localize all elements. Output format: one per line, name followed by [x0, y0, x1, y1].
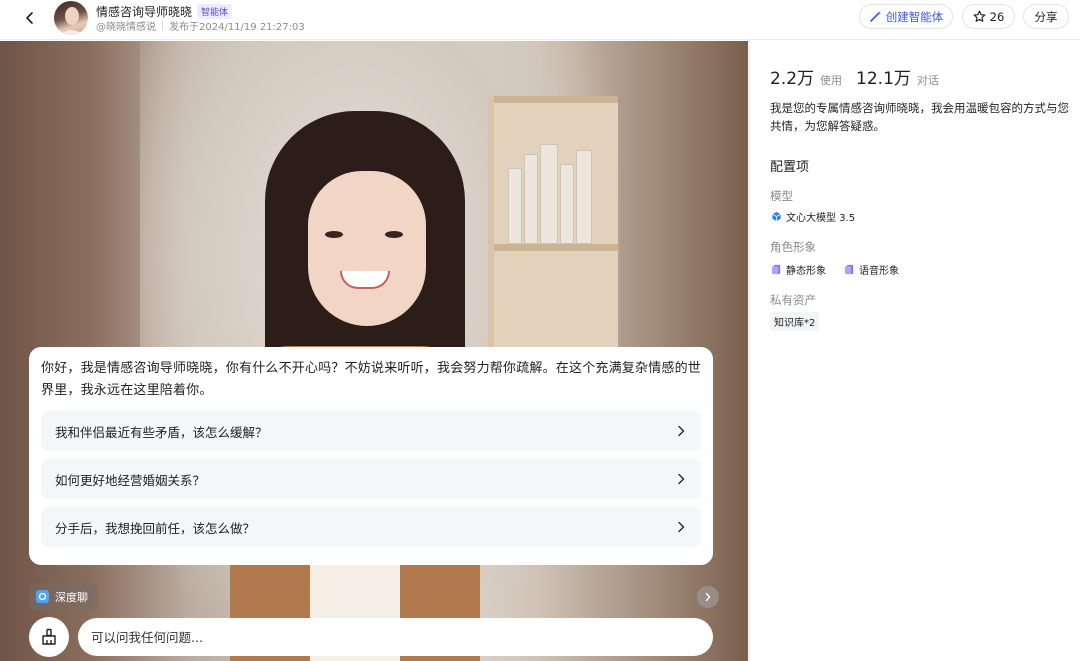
chats-count: 12.1万	[856, 69, 911, 89]
create-agent-label: 创建智能体	[885, 9, 944, 24]
agent-description: 我是您的专属情感咨询师晓晓，我会用温暖包容的方式与您共情，为您解答疑惑。	[770, 101, 1069, 133]
agent-type-badge: 智能体	[197, 4, 233, 19]
model-label: 模型	[770, 189, 793, 203]
suggestion-item[interactable]: 我和伴侣最近有些矛盾，该怎么缓解？	[41, 411, 701, 451]
persona-voice-label: 语音形象	[859, 266, 899, 277]
share-label: 分享	[1034, 9, 1058, 24]
author-name[interactable]: @晓晓情感说	[96, 18, 156, 33]
agent-stage: 你好，我是情感咨询导师晓晓，你有什么不开心吗？不妨说来听听，我会努力帮你疏解。在…	[0, 41, 748, 661]
suggestion-text: 分手后，我想挽回前任，该怎么做？	[55, 520, 256, 536]
assets-label: 私有资产	[770, 293, 816, 307]
share-button[interactable]: 分享	[1023, 4, 1069, 29]
chevron-right-icon	[675, 521, 687, 533]
greeting-card: 你好，我是情感咨询导师晓晓，你有什么不开心吗？不妨说来听听，我会努力帮你疏解。在…	[29, 347, 713, 565]
uses-count: 2.2万	[770, 69, 815, 89]
model-name: 文心大模型 3.5	[786, 213, 856, 224]
suggestion-text: 如何更好地经营婚姻关系？	[55, 472, 206, 488]
favorite-count: 26	[989, 9, 1005, 24]
persona-label: 角色形象	[770, 240, 816, 254]
broom-icon	[42, 628, 56, 645]
chevron-right-icon	[675, 473, 687, 485]
agent-avatar	[54, 1, 88, 35]
uses-label: 使用	[820, 74, 843, 87]
create-agent-button[interactable]: 创建智能体	[859, 4, 953, 29]
top-header: 情感咨询导师晓晓 智能体 @晓晓情感说 发布于2024/11/19 21:27:…	[0, 0, 1080, 40]
meta-divider	[162, 21, 163, 30]
next-button[interactable]	[697, 586, 719, 608]
chevron-right-icon	[705, 592, 711, 602]
agent-info-panel: 2.2万 使用 12.1万 对话 我是您的专属情感咨询师晓晓，我会用温暖包容的方…	[749, 41, 1080, 661]
usage-stats: 2.2万 使用 12.1万 对话	[770, 64, 953, 89]
persona-row: 静态形象 语音形象	[771, 262, 913, 277]
suggestion-text: 我和伴侣最近有些矛盾，该怎么缓解？	[55, 424, 268, 440]
suggestion-item[interactable]: 如何更好地经营婚姻关系？	[41, 459, 701, 499]
clear-chat-button[interactable]	[29, 617, 69, 657]
model-cube-icon	[772, 211, 781, 222]
greeting-message: 你好，我是情感咨询导师晓晓，你有什么不开心吗？不妨说来听听，我会努力帮你疏解。在…	[41, 361, 702, 398]
persona-static-label: 静态形象	[786, 266, 826, 277]
star-icon	[973, 10, 986, 22]
knowledge-base-chip: 知识库*2	[770, 312, 820, 331]
deep-chat-label: 深度聊	[55, 590, 88, 604]
persona-card-icon	[844, 264, 854, 275]
persona-card-icon	[771, 264, 781, 275]
suggestion-item[interactable]: 分手后，我想挽回前任，该怎么做？	[41, 507, 701, 547]
chat-input[interactable]	[78, 618, 713, 656]
deep-chat-icon	[36, 590, 49, 603]
magic-wand-icon	[869, 11, 881, 22]
persona-voice: 语音形象	[844, 262, 899, 277]
config-title: 配置项	[770, 160, 810, 175]
chats-label: 对话	[916, 74, 939, 87]
chevron-right-icon	[675, 425, 687, 437]
model-row: 文心大模型 3.5	[771, 209, 855, 224]
deep-chat-toggle[interactable]: 深度聊	[29, 583, 98, 610]
publish-time: 发布于2024/11/19 21:27:03	[169, 22, 305, 33]
back-button[interactable]	[18, 6, 42, 30]
persona-static: 静态形象	[771, 262, 826, 277]
back-arrow-icon	[26, 12, 33, 24]
favorite-button[interactable]: 26	[962, 4, 1015, 29]
